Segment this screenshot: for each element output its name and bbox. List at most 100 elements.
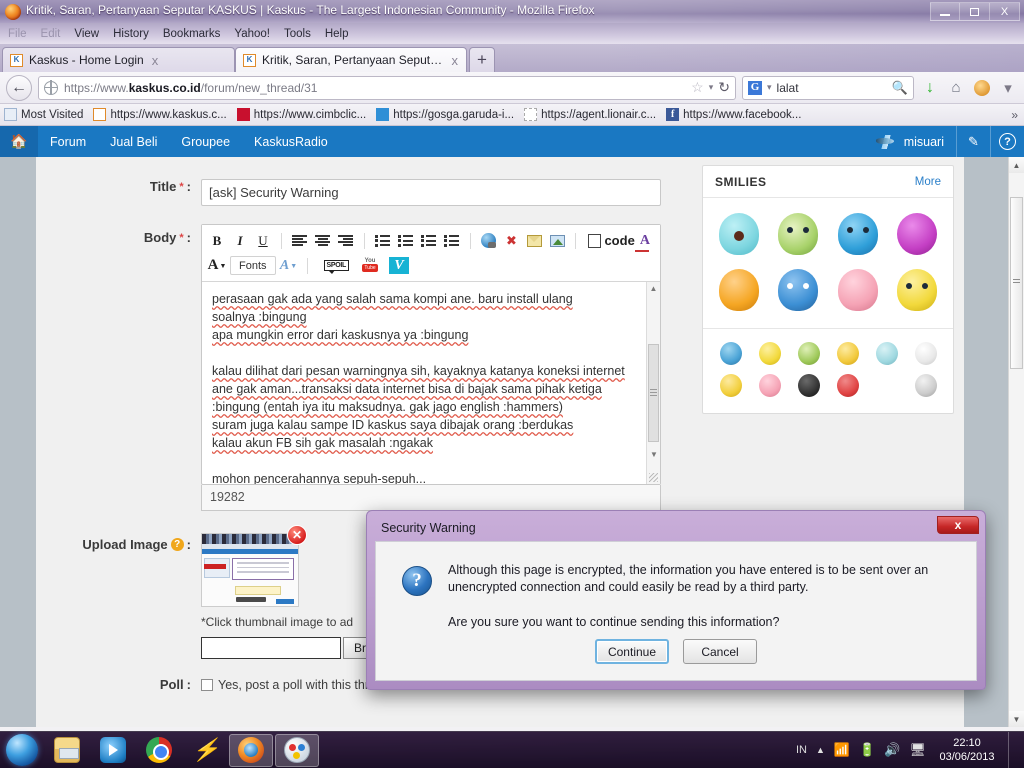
search-icon[interactable]: 🔍 [892,80,908,96]
kaskus-nav-jual-beli[interactable]: Jual Beli [98,126,169,157]
chevron-down-icon[interactable]: ▾ [709,82,714,93]
google-icon[interactable]: G [748,80,762,95]
smiley-hammer2[interactable] [906,369,945,401]
smiley-marah[interactable] [828,369,867,401]
menu-file[interactable]: File [8,28,27,40]
pencil-icon[interactable]: ✎ [956,126,990,157]
page-scrollbar[interactable]: ▲ ▼ [1008,157,1024,727]
taskbar-bolt-app[interactable]: ⚡ [183,734,227,767]
underline-button[interactable]: U [253,231,273,251]
fonts-button[interactable]: Fonts [230,256,276,275]
smiley-pink[interactable] [750,369,789,401]
smiley-cendol[interactable] [711,369,750,401]
body-textarea[interactable]: perasaan gak ada yang salah sama kompi a… [202,282,660,484]
tab-kritik-saran[interactable]: K Kritik, Saran, Pertanyaan Seputar KAS.… [235,47,467,72]
help-icon[interactable]: ? [170,538,184,551]
bookmarks-overflow-icon[interactable]: » [1011,108,1020,122]
font-color-icon[interactable]: A ▼ [279,256,299,276]
remove-link-icon[interactable]: ✖ [501,231,521,251]
scroll-down-icon[interactable]: ▼ [650,446,658,464]
avatar-icon[interactable] [972,79,992,96]
align-left-icon[interactable] [290,231,310,251]
smiley-confused[interactable] [750,337,789,369]
menu-history[interactable]: History [113,28,149,40]
monitor-icon[interactable]: 🖥 [909,742,926,758]
scroll-up-icon[interactable]: ▲ [650,282,658,295]
youtube-icon[interactable]: You Tube [360,256,380,276]
avatar[interactable] [873,134,898,149]
spoiler-button[interactable]: SPOIL [323,256,350,276]
bullet-list-icon[interactable] [373,231,393,251]
quote-icon[interactable] [584,231,604,251]
bookmark-cimb[interactable]: https://www.cimbclic... [236,108,366,121]
bold-button[interactable]: B [207,231,227,251]
editor-scrollbar[interactable]: ▲ ▼ [646,282,660,484]
smiley-matabelo[interactable] [769,206,829,262]
show-desktop-button[interactable] [1008,731,1016,768]
page-scroll-up-icon[interactable]: ▲ [1009,157,1024,173]
outdent-icon[interactable] [442,231,462,251]
menu-help[interactable]: Help [325,28,349,40]
insert-link-icon[interactable] [478,231,498,251]
insert-image-icon[interactable] [547,231,567,251]
clock[interactable]: 22:10 03/06/2013 [935,736,999,764]
taskbar-windows-media-player[interactable] [91,734,135,767]
menu-bookmarks[interactable]: Bookmarks [163,28,221,40]
cancel-button[interactable]: Cancel [683,639,757,664]
smiley-bingung[interactable] [888,206,948,262]
smiley-wink[interactable] [828,337,867,369]
smiley-ngakak[interactable] [709,262,769,318]
smiley-shock[interactable] [709,206,769,262]
menu-view[interactable]: View [74,28,99,40]
bookmark-facebook[interactable]: f https://www.facebook... [666,108,801,121]
smiley-bata[interactable] [789,369,828,401]
back-button[interactable]: ← [6,74,32,101]
language-indicator[interactable]: IN [796,744,807,756]
taskbar-windows-explorer[interactable] [45,734,89,767]
toolbar-menu-icon[interactable]: ▾ [998,79,1018,97]
align-right-icon[interactable] [336,231,356,251]
smiley-flag[interactable] [906,337,945,369]
smiley-kiss[interactable] [711,337,750,369]
vimeo-icon[interactable]: V [389,256,410,276]
kaskus-home-icon[interactable]: 🏠 [0,126,38,157]
code-icon[interactable]: code [604,231,634,251]
menu-tools[interactable]: Tools [284,28,311,40]
search-input-value[interactable]: lalat [777,81,799,95]
minimize-button[interactable] [930,2,960,21]
kaskus-nav-forum[interactable]: Forum [38,126,98,157]
uploaded-thumbnail[interactable]: ✕ [201,525,307,607]
tab-close-icon[interactable]: x [152,53,159,68]
start-button[interactable] [0,732,44,768]
smiley-berduka[interactable] [769,262,829,318]
battery-icon[interactable]: 🔋 [859,742,875,758]
bookmark-lionair[interactable]: https://agent.lionair.c... [524,108,656,121]
editor-resize-handle[interactable] [649,473,658,482]
close-button[interactable]: X [990,2,1020,21]
question-icon[interactable]: ? [990,126,1024,157]
tray-expand-icon[interactable]: ▲ [816,745,825,755]
kaskus-nav-groupee[interactable]: Groupee [169,126,242,157]
smiley-angel[interactable] [789,337,828,369]
continue-button[interactable]: Continue [595,639,669,664]
dialog-close-button[interactable]: x [937,516,979,534]
file-path-input[interactable] [201,637,341,659]
page-scroll-down-icon[interactable]: ▼ [1009,711,1024,727]
url-bar[interactable]: https://www.kaskus.co.id/forum/new_threa… [38,75,736,100]
bookmark-kaskus[interactable]: https://www.kaskus.c... [93,108,227,121]
network-error-icon[interactable]: 📶 [834,742,850,758]
smilies-more-link[interactable]: More [915,176,941,188]
bookmark-most-visited[interactable]: Most Visited [4,108,83,121]
restore-button[interactable] [960,2,990,21]
reload-icon[interactable]: ↻ [718,79,730,96]
taskbar-mozilla-firefox[interactable] [229,733,273,767]
kaskus-nav-kaskusradio[interactable]: KaskusRadio [242,126,340,157]
color-icon[interactable]: A [634,231,655,252]
downloads-icon[interactable]: ↓ [920,79,940,97]
title-input[interactable]: [ask] Security Warning [201,179,661,206]
thumbnail-preview[interactable] [201,533,299,607]
menu-yahoo[interactable]: Yahoo! [234,28,270,40]
tab-kaskus-home-login[interactable]: K Kaskus - Home Login x [2,47,235,72]
new-tab-button[interactable]: + [469,47,495,72]
taskbar-paint[interactable] [275,733,319,767]
